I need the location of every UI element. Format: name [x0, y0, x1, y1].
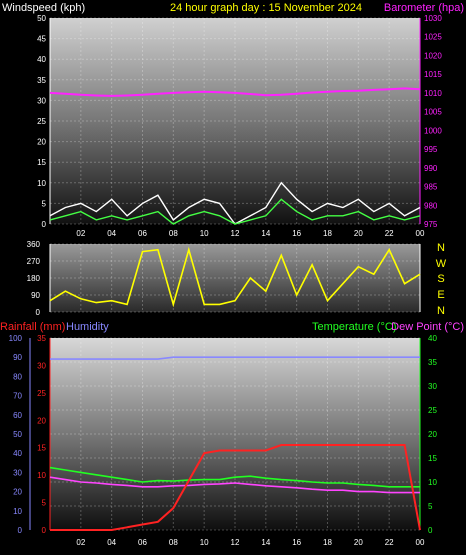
- x-tick-label: 18: [323, 229, 332, 238]
- x-tick-label: 04: [107, 229, 116, 238]
- direction-y-tick-label: 90: [31, 291, 40, 300]
- rain-y-tick-label: 25: [37, 389, 46, 398]
- chart-left-label: Windspeed (kph): [2, 2, 85, 14]
- x-tick-label: 10: [200, 538, 209, 547]
- wind-y-tick-label: 25: [37, 117, 46, 126]
- x-tick-label: 14: [261, 538, 270, 547]
- compass-label-e: E: [437, 289, 444, 301]
- x-tick-label: 06: [138, 538, 147, 547]
- x-tick-label: 16: [292, 229, 301, 238]
- barometer-y-tick-label: 980: [424, 201, 438, 210]
- wind-y-tick-label: 45: [37, 35, 46, 44]
- x-tick-label: 16: [292, 538, 301, 547]
- compass-label-n-bottom: N: [437, 305, 445, 317]
- rain-y-tick-label: 30: [37, 361, 46, 370]
- wind-y-tick-label: 5: [42, 199, 47, 208]
- x-tick-label: 02: [76, 538, 85, 547]
- dewpoint-label: Dew Point (°C): [391, 321, 464, 333]
- weather-graph: Windspeed (kph) 24 hour graph day : 15 N…: [0, 2, 464, 547]
- humidity-y-tick-label: 10: [13, 507, 22, 516]
- humidity-y-tick-label: 100: [9, 334, 23, 343]
- rain-y-tick-label: 20: [37, 416, 46, 425]
- chart-title: 24 hour graph day : 15 November 2024: [170, 2, 362, 14]
- wind-y-tick-label: 10: [37, 179, 46, 188]
- x-tick-label: 08: [169, 538, 178, 547]
- temperature-y-tick-label: 10: [428, 478, 437, 487]
- wind-y-tick-label: 0: [42, 220, 47, 229]
- humidity-label: Humidity: [66, 321, 109, 333]
- compass-label-s: S: [437, 273, 444, 285]
- compass-label-n-top: N: [437, 242, 445, 254]
- rain-y-tick-label: 15: [37, 444, 46, 453]
- humidity-y-tick-label: 60: [13, 411, 22, 420]
- x-tick-label: 10: [200, 229, 209, 238]
- barometer-y-tick-label: 1010: [424, 89, 442, 98]
- rain-y-tick-label: 5: [42, 499, 47, 508]
- temperature-y-tick-label: 15: [428, 454, 437, 463]
- direction-y-tick-label: 180: [27, 274, 41, 283]
- barometer-y-tick-label: 1000: [424, 126, 442, 135]
- x-tick-label: 04: [107, 538, 116, 547]
- compass-label-w: W: [436, 258, 447, 270]
- x-tick-label: 02: [76, 229, 85, 238]
- barometer-y-tick-label: 1020: [424, 51, 442, 60]
- barometer-y-tick-label: 995: [424, 145, 438, 154]
- temperature-y-tick-label: 35: [428, 358, 437, 367]
- humidity-y-tick-label: 70: [13, 392, 22, 401]
- barometer-y-tick-label: 1030: [424, 14, 442, 23]
- x-tick-label: 06: [138, 229, 147, 238]
- barometer-y-tick-label: 1005: [424, 108, 442, 117]
- temperature-y-tick-label: 30: [428, 382, 437, 391]
- rain-y-tick-label: 0: [42, 526, 47, 535]
- temperature-y-tick-label: 0: [428, 526, 433, 535]
- x-tick-label: 20: [354, 538, 363, 547]
- wind-y-tick-label: 30: [37, 96, 46, 105]
- wind-y-tick-label: 35: [37, 76, 46, 85]
- temperature-y-tick-label: 25: [428, 406, 437, 415]
- wind-y-tick-label: 20: [37, 138, 46, 147]
- temperature-label: Temperature (°C): [312, 321, 396, 333]
- x-tick-label: 18: [323, 538, 332, 547]
- barometer-y-tick-label: 985: [424, 183, 438, 192]
- rain-label: Rainfall (mm): [0, 321, 65, 333]
- x-tick-label: 22: [385, 538, 394, 547]
- humidity-y-tick-label: 20: [13, 488, 22, 497]
- wind-y-tick-label: 40: [37, 55, 46, 64]
- humidity-y-tick-label: 30: [13, 468, 22, 477]
- x-tick-label: 12: [231, 229, 240, 238]
- x-tick-label: 00: [416, 538, 425, 547]
- wind-y-tick-label: 15: [37, 158, 46, 167]
- temperature-y-tick-label: 5: [428, 502, 433, 511]
- x-tick-label: 12: [231, 538, 240, 547]
- x-tick-label: 20: [354, 229, 363, 238]
- chart-right-label: Barometer (hpa): [384, 2, 464, 14]
- rain-y-tick-label: 10: [37, 471, 46, 480]
- humidity-y-tick-label: 50: [13, 430, 22, 439]
- wind-y-tick-label: 50: [37, 14, 46, 23]
- humidity-y-tick-label: 90: [13, 353, 22, 362]
- temperature-y-tick-label: 20: [428, 430, 437, 439]
- direction-y-tick-label: 0: [36, 308, 41, 317]
- humidity-y-tick-label: 0: [18, 526, 23, 535]
- direction-y-tick-label: 270: [27, 257, 41, 266]
- x-tick-label: 00: [416, 229, 425, 238]
- temperature-y-tick-label: 40: [428, 334, 437, 343]
- humidity-y-tick-label: 40: [13, 449, 22, 458]
- rain-y-tick-label: 35: [37, 334, 46, 343]
- x-tick-label: 22: [385, 229, 394, 238]
- direction-y-tick-label: 360: [27, 240, 41, 249]
- barometer-y-tick-label: 1025: [424, 33, 442, 42]
- barometer-y-tick-label: 975: [424, 220, 438, 229]
- x-tick-label: 14: [261, 229, 270, 238]
- humidity-y-tick-label: 80: [13, 372, 22, 381]
- barometer-y-tick-label: 990: [424, 164, 438, 173]
- x-tick-label: 08: [169, 229, 178, 238]
- barometer-y-tick-label: 1015: [424, 70, 442, 79]
